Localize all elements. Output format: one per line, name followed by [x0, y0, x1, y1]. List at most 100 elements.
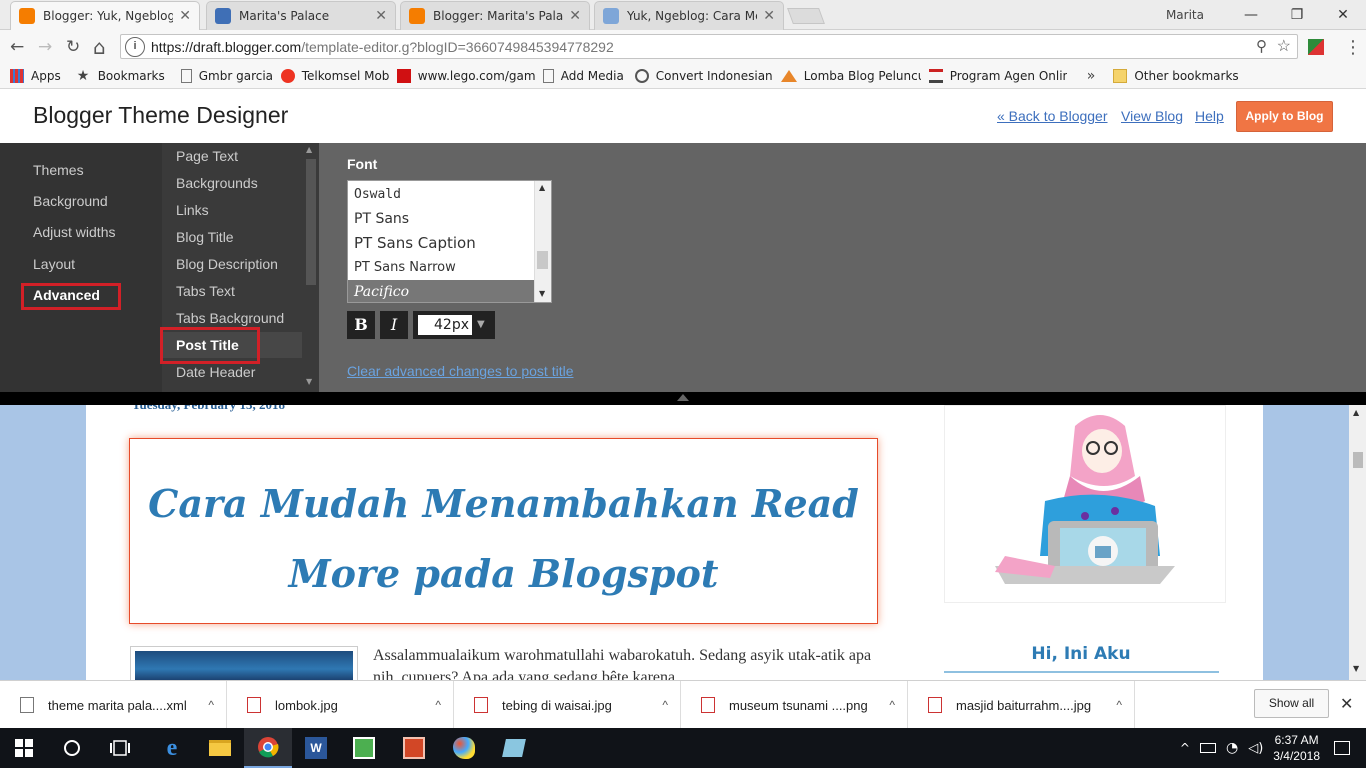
zoom-icon[interactable]: ⚲: [1256, 37, 1267, 55]
close-tab-icon[interactable]: ✕: [375, 8, 387, 24]
bookmark-convert[interactable]: Convert Indonesian R: [634, 69, 773, 83]
panel-resize-handle[interactable]: [0, 392, 1366, 405]
nav-background[interactable]: Background: [33, 193, 108, 209]
font-option[interactable]: Oswald: [354, 183, 534, 207]
show-all-downloads-button[interactable]: Show all: [1254, 689, 1329, 718]
chevron-up-icon[interactable]: ^: [208, 698, 214, 712]
clear-advanced-changes-link[interactable]: Clear advanced changes to post title: [347, 363, 573, 379]
tab-blogger-yuk-ngeblog[interactable]: Blogger: Yuk, Ngeblog - ✕: [10, 1, 200, 30]
nav-page-text[interactable]: Page Text: [176, 148, 238, 164]
close-window-icon[interactable]: ✕: [1320, 7, 1366, 23]
download-item[interactable]: theme marita pala....xml ^: [0, 681, 227, 729]
nav-date-header[interactable]: Date Header: [176, 364, 255, 380]
scroll-up-icon[interactable]: ▲: [306, 145, 312, 154]
nav-themes[interactable]: Themes: [33, 162, 84, 178]
help-link[interactable]: Help: [1195, 108, 1224, 124]
scrollbar-thumb[interactable]: [1353, 452, 1363, 468]
bookmark-star-icon[interactable]: ☆: [1277, 36, 1291, 56]
italic-button[interactable]: I: [380, 311, 408, 339]
taskbar-app[interactable]: [340, 728, 388, 768]
font-option[interactable]: PT Sans: [354, 207, 534, 231]
chevron-up-icon[interactable]: ^: [435, 698, 441, 712]
font-option[interactable]: PT Sans Narrow: [354, 256, 534, 280]
other-bookmarks[interactable]: Other bookmarks: [1113, 69, 1239, 83]
chevron-up-icon[interactable]: ^: [662, 698, 668, 712]
nav-blog-title[interactable]: Blog Title: [176, 229, 234, 245]
start-button[interactable]: [0, 728, 48, 768]
bookmark-bookmarks[interactable]: ★ Bookmarks: [77, 69, 165, 83]
chevron-up-icon[interactable]: ^: [889, 698, 895, 712]
scroll-down-icon[interactable]: ▼: [306, 377, 312, 386]
profile-name[interactable]: Marita: [1166, 8, 1204, 22]
apply-to-blog-button[interactable]: Apply to Blog: [1236, 101, 1333, 132]
font-option[interactable]: PT Sans Caption: [354, 231, 534, 255]
nav-blog-description[interactable]: Blog Description: [176, 256, 278, 272]
bookmarks-overflow-icon[interactable]: »: [1087, 68, 1096, 84]
volume-icon[interactable]: ◁): [1248, 741, 1263, 756]
font-size-value[interactable]: 42px: [418, 315, 472, 335]
task-view-button[interactable]: [96, 728, 144, 768]
scroll-up-icon[interactable]: ▲: [539, 183, 545, 192]
chevron-down-icon[interactable]: ▼: [477, 319, 485, 330]
tab-blogger-maritas-palace[interactable]: Blogger: Marita's Palace ✕: [400, 1, 590, 30]
tab-yuk-ngeblog-cara[interactable]: Yuk, Ngeblog: Cara Mem ✕: [594, 1, 784, 30]
reload-icon[interactable]: ↻: [66, 37, 80, 57]
nav-tabs-background[interactable]: Tabs Background: [176, 310, 284, 326]
scroll-down-icon[interactable]: ▼: [539, 289, 545, 298]
close-tab-icon[interactable]: ✕: [763, 8, 775, 24]
clock[interactable]: 6:37 AM 3/4/2018: [1273, 732, 1320, 764]
nav-scrollbar[interactable]: ▲ ▼: [303, 143, 319, 392]
chevron-up-icon[interactable]: ^: [1116, 698, 1122, 712]
back-to-blogger-link[interactable]: « Back to Blogger: [997, 108, 1108, 124]
bookmark-program-agen[interactable]: Program Agen Online: [928, 69, 1067, 83]
close-tab-icon[interactable]: ✕: [569, 8, 581, 24]
font-listbox[interactable]: Oswald PT Sans PT Sans Caption PT Sans N…: [347, 180, 552, 303]
taskbar-paint[interactable]: [440, 728, 488, 768]
scroll-up-icon[interactable]: ▲: [1353, 408, 1359, 417]
taskbar-notes[interactable]: [490, 728, 538, 768]
nav-backgrounds[interactable]: Backgrounds: [176, 175, 258, 191]
taskbar-file-explorer[interactable]: [196, 728, 244, 768]
scrollbar-thumb[interactable]: [306, 159, 316, 285]
download-item[interactable]: masjid baiturrahm....jpg ^: [908, 681, 1135, 729]
nav-links[interactable]: Links: [176, 202, 209, 218]
bookmark-apps[interactable]: Apps: [10, 69, 61, 83]
taskbar-edge[interactable]: e: [148, 728, 196, 768]
tray-overflow-icon[interactable]: ^: [1180, 741, 1190, 755]
home-icon[interactable]: ⌂: [93, 35, 106, 59]
view-blog-link[interactable]: View Blog: [1121, 108, 1183, 124]
site-info-icon[interactable]: i: [125, 36, 145, 57]
bookmark-lego[interactable]: www.lego.com/game: [396, 69, 535, 83]
extension-icon[interactable]: [1308, 39, 1324, 55]
maximize-icon[interactable]: ❐: [1274, 7, 1320, 23]
close-icon[interactable]: ✕: [1340, 694, 1353, 713]
taskbar-chrome[interactable]: [244, 728, 292, 768]
taskbar-word[interactable]: W: [292, 728, 340, 768]
scrollbar-thumb[interactable]: [537, 251, 548, 269]
bookmark-telkomsel[interactable]: Telkomsel Mobi: [280, 69, 389, 83]
menu-icon[interactable]: ⋮: [1344, 37, 1362, 58]
download-item[interactable]: lombok.jpg ^: [227, 681, 454, 729]
collapse-icon[interactable]: [677, 394, 689, 401]
bold-button[interactable]: B: [347, 311, 375, 339]
notifications-icon[interactable]: [1334, 741, 1350, 755]
nav-adjust-widths[interactable]: Adjust widths: [33, 224, 115, 240]
back-icon[interactable]: ←: [10, 37, 24, 57]
address-bar[interactable]: i https://draft.blogger.com/template-edi…: [120, 34, 1298, 59]
forward-icon[interactable]: →: [38, 37, 52, 57]
taskbar-powerpoint[interactable]: [390, 728, 438, 768]
search-button[interactable]: [48, 728, 96, 768]
bookmark-lomba-blog[interactable]: Lomba Blog Peluncur: [780, 69, 921, 83]
scroll-down-icon[interactable]: ▼: [1353, 664, 1359, 673]
font-size-select[interactable]: 42px ▼: [413, 311, 495, 339]
tab-maritas-palace[interactable]: Marita's Palace ✕: [206, 1, 396, 30]
font-option-selected[interactable]: Pacifico: [348, 280, 534, 302]
new-tab-button[interactable]: [787, 8, 825, 24]
bookmark-gmbr-garcia[interactable]: Gmbr garcia: [180, 69, 273, 83]
download-item[interactable]: museum tsunami ....png ^: [681, 681, 908, 729]
post-title[interactable]: Cara Mudah Menambahkan Read More pada Bl…: [130, 439, 877, 609]
nav-tabs-text[interactable]: Tabs Text: [176, 283, 235, 299]
download-item[interactable]: tebing di waisai.jpg ^: [454, 681, 681, 729]
close-tab-icon[interactable]: ✕: [179, 8, 191, 24]
minimize-icon[interactable]: —: [1228, 7, 1274, 23]
